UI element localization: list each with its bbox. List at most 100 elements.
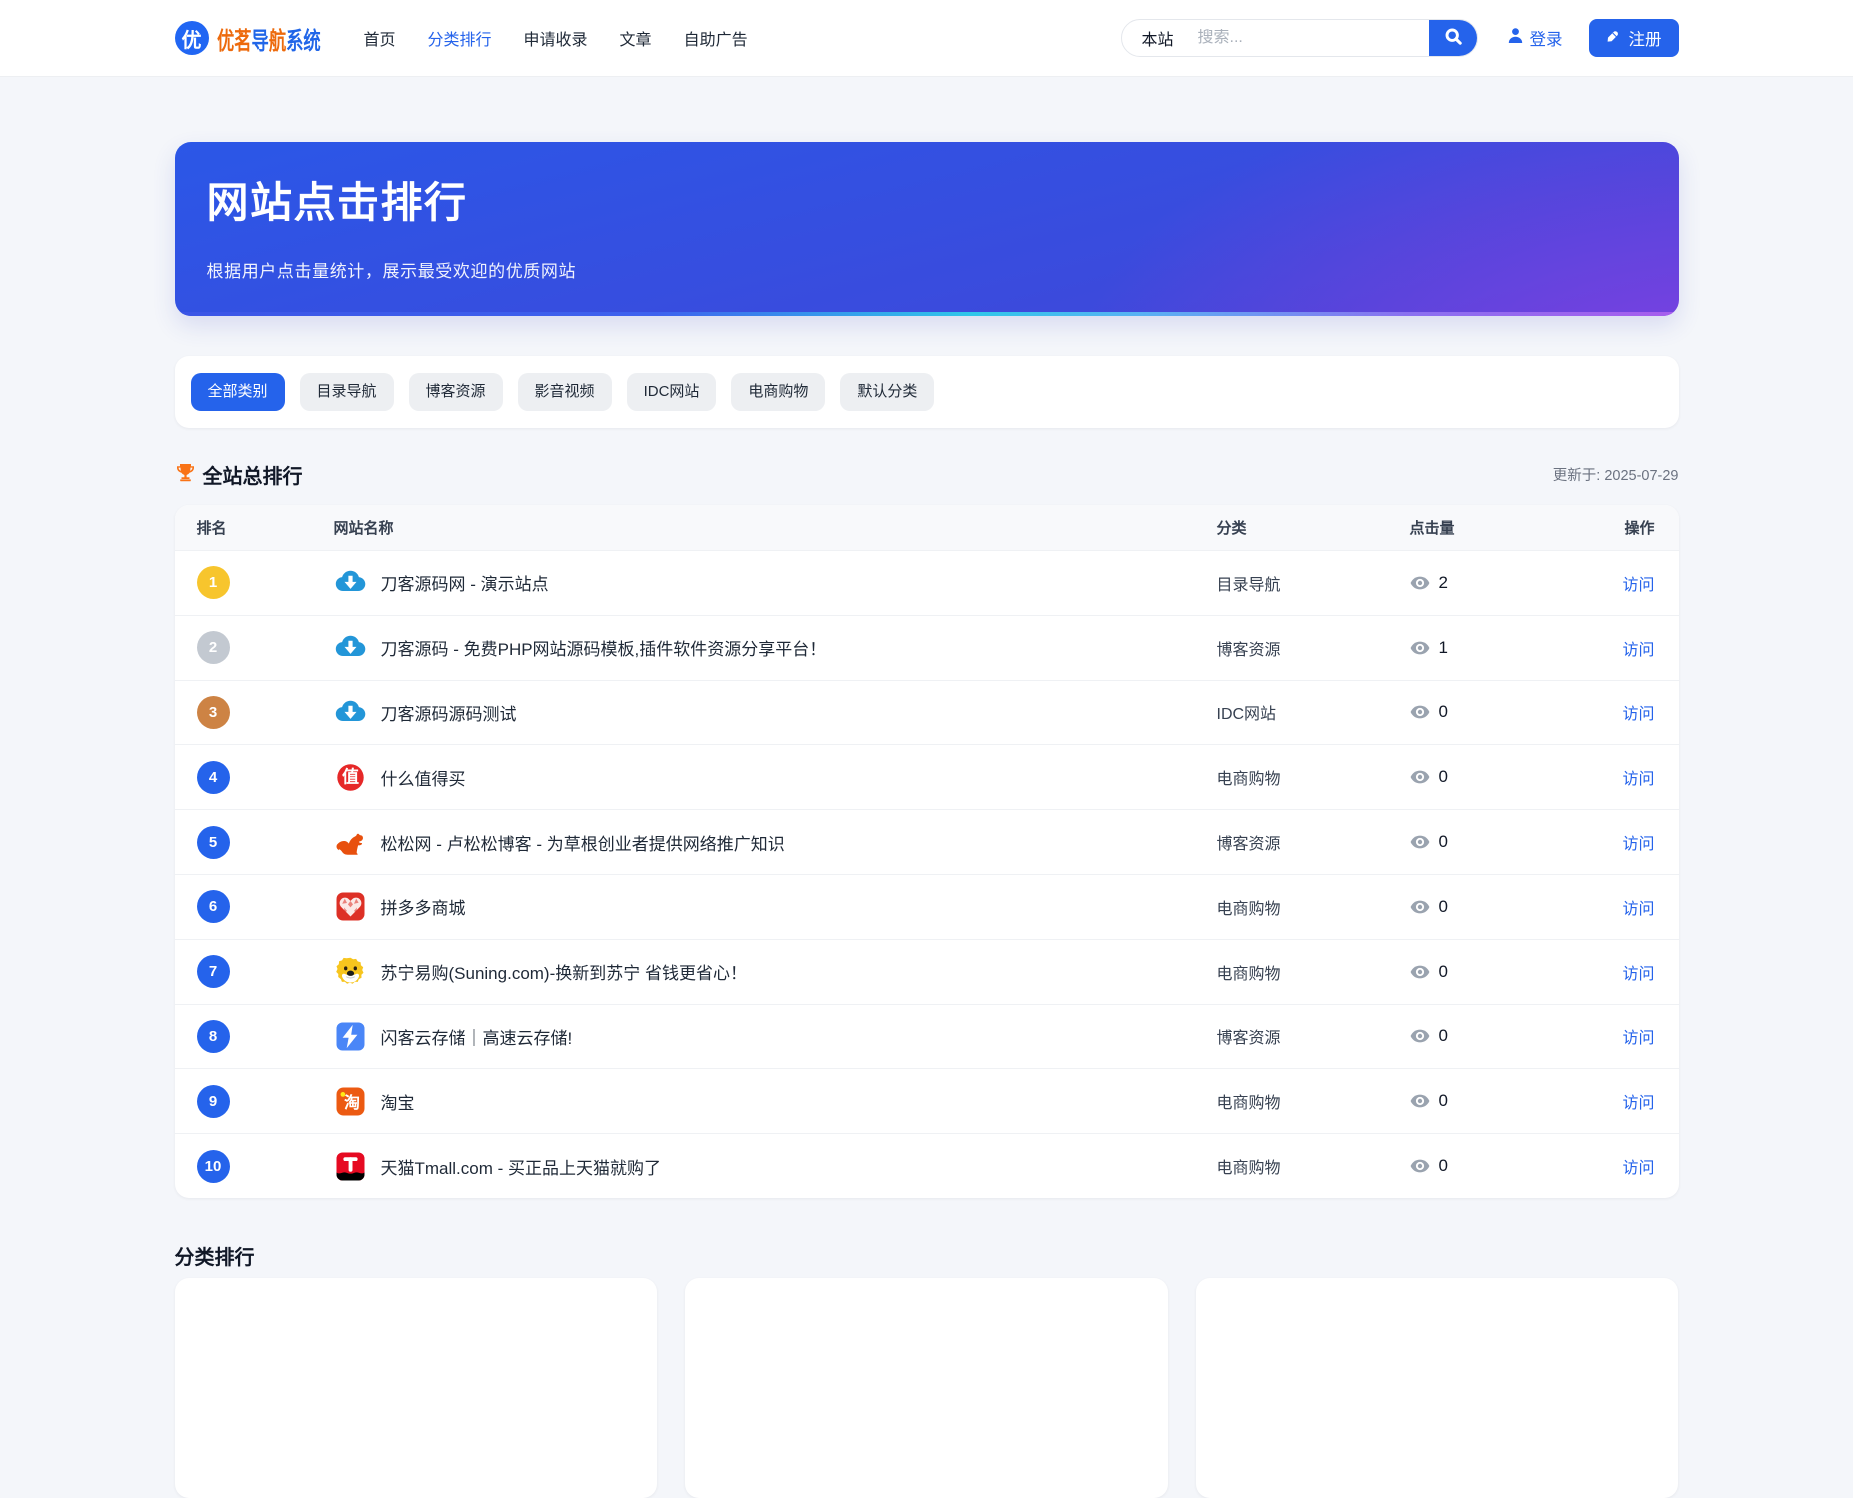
click-count: 0 — [1439, 897, 1448, 917]
site-name[interactable]: 天猫Tmall.com - 买正品上天猫就购了 — [381, 1154, 662, 1179]
cloud-download-icon — [334, 566, 367, 599]
site-name[interactable]: 拼多多商城 — [381, 894, 466, 919]
rank-badge: 6 — [197, 890, 230, 923]
category-ranking-grid — [175, 1278, 1679, 1498]
brand-char: 导 — [251, 28, 268, 55]
visit-link[interactable]: 访问 — [1622, 577, 1654, 594]
visit-link[interactable]: 访问 — [1622, 901, 1654, 918]
lightning-icon — [334, 1020, 367, 1053]
site-name[interactable]: 刀客源码 - 免费PHP网站源码模板,插件软件资源分享平台！ — [381, 635, 827, 660]
click-count: 0 — [1439, 962, 1448, 982]
register-button[interactable]: 注册 — [1589, 19, 1679, 57]
category-filter-card: 全部类别目录导航博客资源影音视频 IDC网站电商购物默认分类 — [175, 356, 1679, 428]
table-row: 5松松网 - 卢松松博客 - 为草根创业者提供网络推广知识博客资源0访问 — [175, 809, 1679, 874]
table-row: 3刀客源码源码测试IDC网站0访问 — [175, 680, 1679, 745]
table-row: 6 拼多多商城 电商购物 0 访问 — [175, 874, 1679, 939]
pencil-icon — [1606, 28, 1621, 48]
search-button[interactable] — [1429, 19, 1478, 57]
site-name[interactable]: 闪客云存储｜高速云存储! — [381, 1024, 573, 1049]
col-action: 操作 — [1600, 517, 1655, 538]
table-row: 9淘淘宝电商购物0访问 — [175, 1068, 1679, 1133]
table-row: 4值什么值得买电商购物0访问 — [175, 744, 1679, 809]
table-row: 1刀客源码网 - 演示站点目录导航2访问 — [175, 550, 1679, 615]
login-label: 登录 — [1530, 26, 1563, 50]
site-category: 目录导航 — [1217, 571, 1410, 595]
nav-item[interactable]: 申请收录 — [524, 26, 588, 50]
filter-pill[interactable]: 电商购物 — [731, 373, 825, 411]
updated-date: 更新于: 2025-07-29 — [1553, 464, 1679, 485]
visit-link[interactable]: 访问 — [1622, 836, 1654, 853]
visit-link[interactable]: 访问 — [1622, 966, 1654, 983]
table-header-row: 排名 网站名称 分类 点击量 操作 — [175, 505, 1679, 550]
eye-icon — [1410, 1094, 1430, 1108]
rank-badge: 3 — [197, 696, 230, 729]
search-input[interactable] — [1174, 29, 1429, 47]
rank-badge: 2 — [197, 631, 230, 664]
logo-mark-icon: 优 — [175, 21, 209, 55]
table-row: 8 闪客云存储｜高速云存储! 博客资源 0 访问 — [175, 1004, 1679, 1069]
category-filter-list: 全部类别目录导航博客资源影音视频 IDC网站电商购物默认分类 — [191, 373, 1663, 411]
site-name[interactable]: 什么值得买 — [381, 765, 466, 790]
visit-link[interactable]: 访问 — [1622, 642, 1654, 659]
filter-pill[interactable]: 默认分类 — [840, 373, 934, 411]
filter-pill[interactable]: 影音视频 — [518, 373, 612, 411]
click-count: 0 — [1439, 1026, 1448, 1046]
search-bar: 本站 — [1121, 19, 1478, 57]
brand-char: 优 — [217, 28, 234, 55]
svg-text:淘: 淘 — [344, 1093, 360, 1112]
brand-char: 茗 — [234, 28, 251, 55]
nav-item[interactable]: 文章 — [620, 26, 652, 50]
search-icon — [1444, 27, 1463, 49]
rank-badge: 8 — [197, 1020, 230, 1053]
brand-char: 航 — [268, 28, 285, 55]
click-count: 2 — [1439, 573, 1448, 593]
site-category: 博客资源 — [1217, 1024, 1410, 1048]
eye-icon — [1410, 900, 1430, 914]
visit-link[interactable]: 访问 — [1622, 771, 1654, 788]
site-name[interactable]: 淘宝 — [381, 1089, 415, 1114]
brand-name: 优茗导航系统 — [217, 21, 321, 56]
svg-text:值: 值 — [342, 766, 359, 786]
pdd-heart-icon — [334, 890, 367, 923]
main-nav: 首页 分类排行 申请收录 文章 自助广告 — [364, 26, 748, 50]
visit-link[interactable]: 访问 — [1622, 1160, 1654, 1177]
filter-pill[interactable]: IDC网站 — [627, 373, 717, 411]
ranking-section-title: 全站总排行 — [203, 460, 303, 489]
site-name[interactable]: 松松网 - 卢松松博客 - 为草根创业者提供网络推广知识 — [381, 830, 785, 855]
site-category: IDC网站 — [1217, 700, 1410, 724]
zhi-badge-icon: 值 — [334, 761, 367, 794]
filter-pill[interactable]: 博客资源 — [409, 373, 503, 411]
eye-icon — [1410, 770, 1430, 784]
site-name[interactable]: 刀客源码网 - 演示站点 — [381, 570, 549, 595]
rank-badge: 5 — [197, 826, 230, 859]
register-label: 注册 — [1629, 26, 1662, 50]
rank-badge: 4 — [197, 761, 230, 794]
site-name[interactable]: 刀客源码源码测试 — [381, 700, 517, 725]
site-category: 电商购物 — [1217, 895, 1410, 919]
brand-char: 统 — [303, 28, 320, 55]
rank-badge: 7 — [197, 955, 230, 988]
nav-item[interactable]: 首页 — [364, 26, 396, 50]
search-scope-select[interactable]: 本站 — [1122, 26, 1174, 50]
page-title: 网站点击排行 — [175, 142, 1679, 227]
nav-item[interactable]: 自助广告 — [684, 26, 748, 50]
col-rank: 排名 — [197, 517, 334, 538]
col-name: 网站名称 — [334, 517, 1217, 538]
click-count: 0 — [1439, 1156, 1448, 1176]
col-clicks: 点击量 — [1410, 517, 1600, 538]
eye-icon — [1410, 705, 1430, 719]
eye-icon — [1410, 835, 1430, 849]
site-logo[interactable]: 优 优茗导航系统 — [175, 21, 331, 56]
click-count: 0 — [1439, 1091, 1448, 1111]
table-row: 10天猫Tmall.com - 买正品上天猫就购了电商购物0访问 — [175, 1133, 1679, 1198]
filter-pill[interactable]: 目录导航 — [300, 373, 394, 411]
visit-link[interactable]: 访问 — [1622, 706, 1654, 723]
visit-link[interactable]: 访问 — [1622, 1095, 1654, 1112]
visit-link[interactable]: 访问 — [1622, 1030, 1654, 1047]
squirrel-icon — [334, 826, 367, 859]
nav-item[interactable]: 分类排行 — [428, 26, 492, 50]
filter-pill[interactable]: 全部类别 — [191, 373, 285, 411]
login-link[interactable]: 登录 — [1507, 26, 1563, 50]
site-name[interactable]: 苏宁易购(Suning.com)-换新到苏宁 省钱更省心！ — [381, 959, 747, 984]
cloud-download-icon — [334, 696, 367, 729]
